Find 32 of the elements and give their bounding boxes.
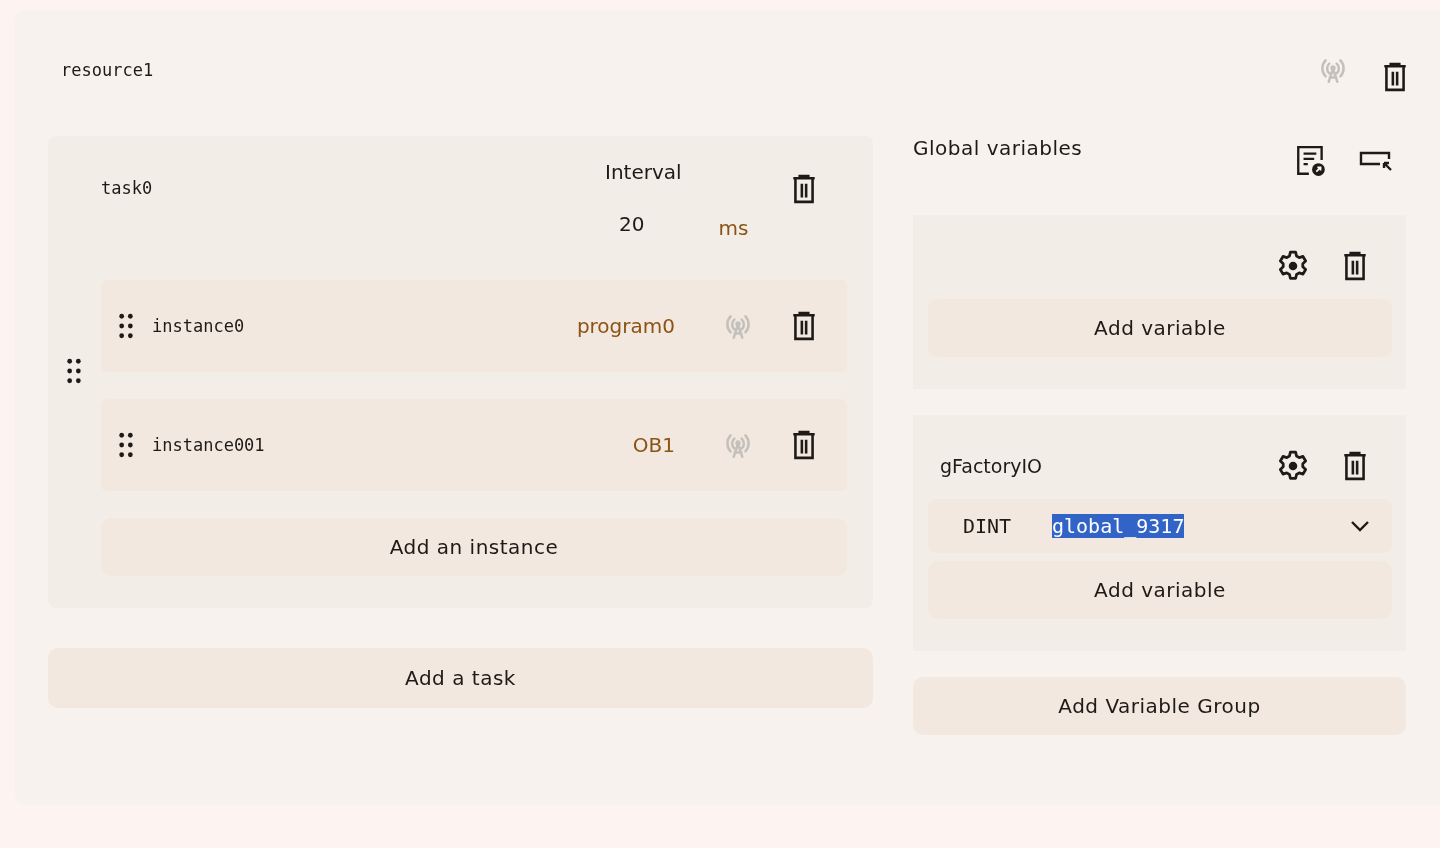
program-name[interactable]: OB1 xyxy=(632,433,675,457)
trash-icon[interactable] xyxy=(1382,62,1408,92)
variable-name-field[interactable]: global_9317 xyxy=(1052,514,1185,538)
task-name: task0 xyxy=(101,178,154,198)
trash-icon[interactable] xyxy=(791,430,817,460)
add-instance-button[interactable]: Add an instance xyxy=(101,518,847,576)
instance-name: instance001 xyxy=(152,435,266,455)
import-icon[interactable] xyxy=(1358,149,1394,173)
interval-label: Interval xyxy=(605,160,683,184)
settings-icon[interactable] xyxy=(1276,449,1310,483)
drag-handle-icon[interactable] xyxy=(118,313,134,339)
add-variable-button[interactable]: Add variable xyxy=(928,299,1392,357)
interval-unit: ms xyxy=(718,216,749,240)
add-variable-button[interactable]: Add variable xyxy=(928,561,1392,619)
chevron-down-icon[interactable] xyxy=(1350,520,1370,532)
instance-name: instance0 xyxy=(152,316,246,336)
global-variables-title: Global variables xyxy=(913,136,1083,160)
settings-icon[interactable] xyxy=(1276,249,1310,283)
program-name[interactable]: program0 xyxy=(576,314,675,338)
trash-icon[interactable] xyxy=(791,311,817,341)
variable-type[interactable]: DINT xyxy=(963,514,1052,538)
group-name[interactable]: gFactoryIO xyxy=(940,455,1244,477)
drag-handle-icon[interactable] xyxy=(118,432,134,458)
add-variable-group-button[interactable]: Add Variable Group xyxy=(913,677,1406,735)
document-export-icon[interactable] xyxy=(1294,144,1328,178)
trash-icon[interactable] xyxy=(1342,251,1368,281)
add-task-button[interactable]: Add a task xyxy=(48,648,873,708)
trash-icon[interactable] xyxy=(791,174,817,204)
drag-handle-icon[interactable] xyxy=(66,358,82,384)
trash-icon[interactable] xyxy=(1342,451,1368,481)
interval-value[interactable]: 20 xyxy=(619,212,645,240)
resource-name: resource1 xyxy=(61,60,154,80)
